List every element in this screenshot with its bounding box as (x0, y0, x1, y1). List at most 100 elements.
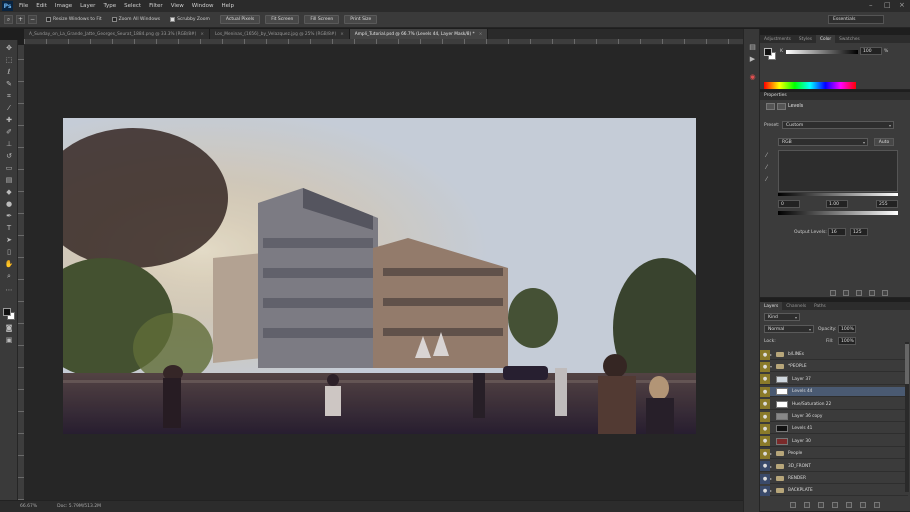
zoom-tool-icon[interactable]: ⌕ (4, 15, 13, 24)
clip-icon[interactable] (830, 290, 836, 296)
eye-icon[interactable]: ● (760, 399, 770, 410)
eye-icon[interactable]: ● (760, 461, 770, 472)
fill-field[interactable]: 100% (838, 337, 856, 345)
layer-row[interactable]: ● ▾ *PEOPLE (760, 361, 908, 373)
clone-stamp-tool-icon[interactable]: ⊥ (4, 140, 14, 149)
brush-tool-icon[interactable]: ✐ (4, 128, 14, 137)
blend-mode-select[interactable]: Normal ▾ (764, 325, 814, 333)
zoom-in-icon[interactable]: + (16, 15, 25, 24)
delete-icon[interactable] (882, 290, 888, 296)
eye-icon[interactable]: ● (760, 423, 770, 434)
menu-window[interactable]: Window (192, 3, 214, 9)
k-value-input[interactable]: 100 (860, 47, 882, 55)
shape-tool-icon[interactable]: ▯ (4, 248, 14, 257)
workspace-select[interactable]: Essentials (828, 15, 884, 24)
eye-icon[interactable]: ● (760, 473, 770, 484)
menu-file[interactable]: File (19, 3, 28, 9)
reset-icon[interactable] (856, 290, 862, 296)
screen-mode-icon[interactable]: ▣ (4, 336, 14, 345)
fx-icon[interactable] (804, 502, 810, 508)
tab-paths[interactable]: Paths (810, 302, 830, 310)
tab-ampli-tutorial[interactable]: Ampli_Tutorial.psd @ 66.7% (Levels 44, L… (349, 29, 489, 39)
close-icon[interactable]: × (479, 32, 483, 37)
color-wheel-icon[interactable]: ◉ (748, 73, 757, 82)
tab-color[interactable]: Color (815, 35, 836, 43)
layer-row[interactable]: ● ▸ BACKPLATE (760, 485, 908, 497)
close-icon[interactable]: × (340, 32, 344, 37)
pen-tool-icon[interactable]: ✒ (4, 212, 14, 221)
delete-layer-icon[interactable] (874, 502, 880, 508)
type-tool-icon[interactable]: T (4, 224, 14, 233)
layer-row[interactable]: ● Layer 36 copy (760, 411, 908, 422)
fill-screen-button[interactable]: Fill Screen (304, 15, 340, 24)
new-layer-icon[interactable] (860, 502, 866, 508)
maximize-icon[interactable]: □ (884, 2, 891, 9)
tab-meninas[interactable]: Los_Meninas_(1656)_by_Velazquez.jpg @ 25… (209, 29, 350, 39)
lasso-tool-icon[interactable]: ℓ (4, 68, 14, 77)
layer-row[interactable]: ● ▸ 3D_FRONT (760, 461, 908, 472)
layer-row[interactable]: ● ▸ People (760, 448, 908, 460)
view-previous-icon[interactable] (843, 290, 849, 296)
menu-help[interactable]: Help (221, 3, 234, 9)
tab-styles[interactable]: Styles (795, 35, 816, 43)
eye-icon[interactable]: ● (760, 349, 770, 360)
kind-filter-select[interactable]: Kind ▾ (764, 313, 800, 321)
auto-button[interactable]: Auto (874, 138, 894, 146)
output-white-field[interactable]: 125 (850, 228, 868, 236)
layers-scrollbar[interactable] (905, 342, 909, 492)
foreground-color-swatch[interactable] (764, 48, 772, 56)
zoom-level[interactable]: 66.67% (20, 504, 37, 509)
visibility-icon[interactable] (869, 290, 875, 296)
eye-icon[interactable]: ● (760, 361, 770, 372)
quick-mask-icon[interactable]: ◙ (4, 324, 14, 333)
eraser-tool-icon[interactable]: ▭ (4, 164, 14, 173)
k-slider[interactable] (786, 50, 858, 54)
gray-point-eyedropper-icon[interactable]: ⁄ (766, 165, 772, 171)
eye-icon[interactable]: ● (760, 374, 770, 385)
input-white-field[interactable]: 255 (876, 200, 898, 208)
channel-select[interactable]: RGB ▾ (778, 138, 868, 146)
layer-row[interactable]: ● Levels 41 (760, 423, 908, 435)
canvas-area[interactable] (24, 45, 743, 500)
layer-row[interactable]: ● ▸ RENDER (760, 473, 908, 484)
input-gamma-field[interactable]: 1.00 (826, 200, 848, 208)
tab-seurat[interactable]: A_Sunday_on_La_Grande_Jatte_Georges_Seur… (24, 29, 210, 39)
zoom-out-icon[interactable]: − (28, 15, 37, 24)
actual-pixels-button[interactable]: Actual Pixels (219, 15, 261, 24)
layer-row[interactable]: ● Hue/Saturation 22 (760, 399, 908, 410)
print-size-button[interactable]: Print Size (344, 15, 378, 24)
dodge-tool-icon[interactable]: ● (4, 200, 14, 209)
input-black-field[interactable]: 0 (778, 200, 800, 208)
new-group-icon[interactable] (846, 502, 852, 508)
marquee-tool-icon[interactable]: ⬚ (4, 56, 14, 65)
tab-swatches[interactable]: Swatches (835, 35, 864, 43)
menu-view[interactable]: View (171, 3, 184, 9)
quick-select-tool-icon[interactable]: ✎ (4, 80, 14, 89)
link-layers-icon[interactable] (790, 502, 796, 508)
scrollbar-thumb[interactable] (905, 344, 909, 384)
close-icon[interactable]: × (200, 32, 204, 37)
history-icon[interactable]: ▤ (748, 43, 757, 52)
white-point-eyedropper-icon[interactable]: ⁄ (766, 177, 772, 183)
healing-tool-icon[interactable]: ✚ (4, 116, 14, 125)
layer-row[interactable]: ● Layer 37 (760, 374, 908, 385)
fit-screen-button[interactable]: Fit Screen (265, 15, 300, 24)
eye-icon[interactable]: ● (760, 386, 770, 397)
eye-icon[interactable]: ● (760, 485, 770, 496)
history-brush-tool-icon[interactable]: ↺ (4, 152, 14, 161)
menu-edit[interactable]: Edit (36, 3, 47, 9)
menu-image[interactable]: Image (55, 3, 72, 9)
document-image[interactable] (63, 118, 696, 434)
tab-layers[interactable]: Layers (760, 302, 783, 310)
output-black-field[interactable]: 16 (828, 228, 846, 236)
actions-icon[interactable]: ▶ (748, 55, 757, 64)
tab-channels[interactable]: Channels (782, 302, 810, 310)
minimize-icon[interactable]: – (869, 2, 876, 9)
zoom-all-windows-checkbox[interactable]: Zoom All Windows (111, 17, 160, 22)
input-gradient[interactable] (778, 193, 898, 196)
tab-adjustments[interactable]: Adjustments (760, 35, 795, 43)
eye-icon[interactable]: ● (760, 411, 770, 422)
layer-row[interactable]: ● Layer 30 (760, 436, 908, 447)
menu-select[interactable]: Select (124, 3, 141, 9)
opacity-field[interactable]: 100% (838, 325, 856, 333)
